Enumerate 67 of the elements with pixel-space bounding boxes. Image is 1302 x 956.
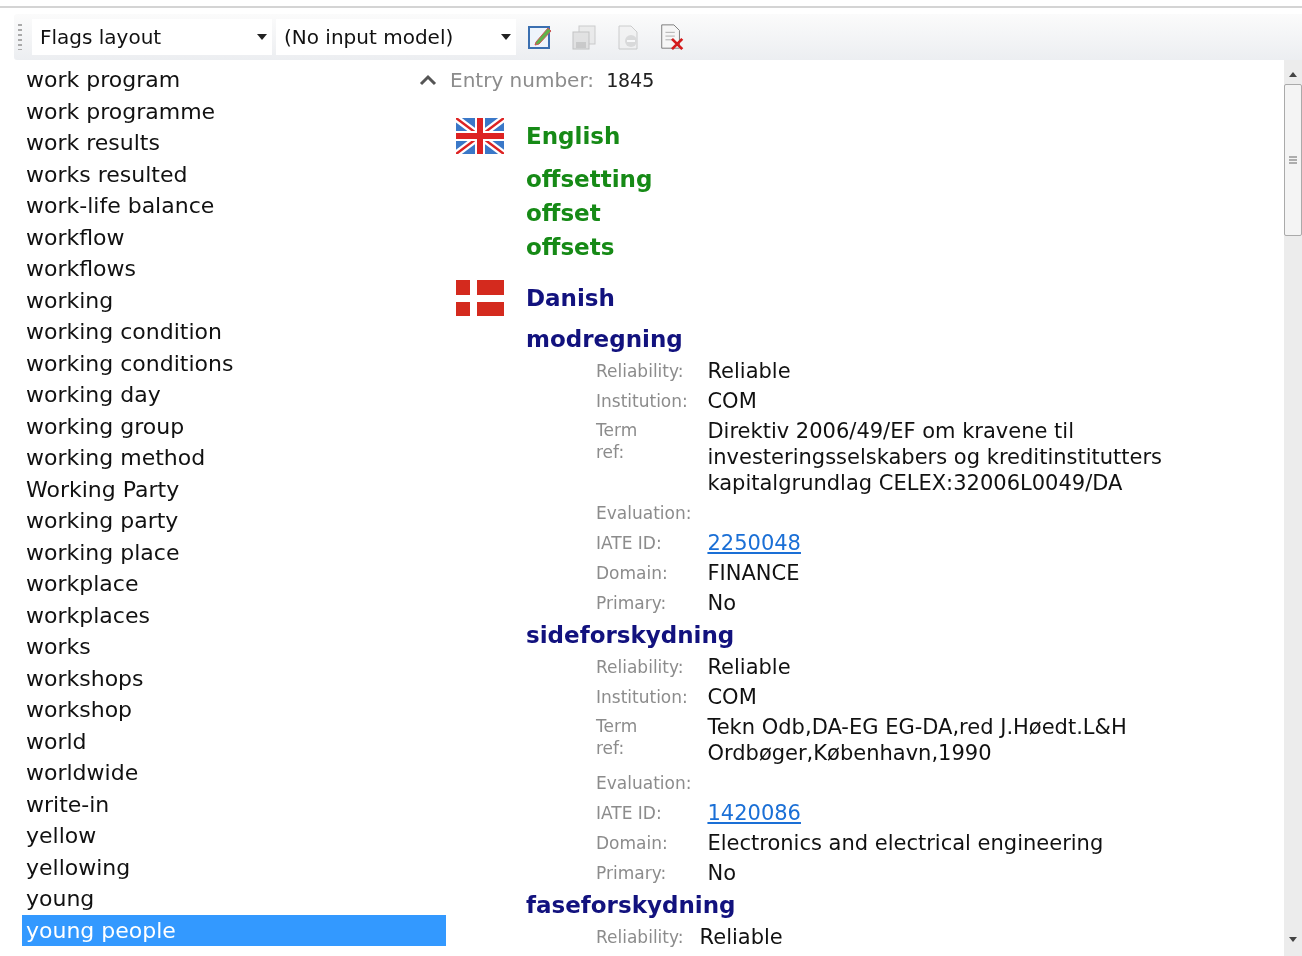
entry-number-label: Entry number:	[450, 68, 594, 92]
entry-number: 1845	[606, 68, 655, 92]
entry-list-item[interactable]: work program	[22, 64, 446, 96]
field-label: Term ref:	[596, 419, 639, 464]
entry-list-item[interactable]: workshop	[22, 694, 446, 726]
field-value: Reliable	[707, 358, 792, 385]
term: offsetting	[526, 165, 654, 194]
layout-dropdown[interactable]: Flags layout	[32, 19, 272, 55]
entry-list-item[interactable]: worldwide	[22, 757, 446, 789]
term: modregning	[526, 325, 684, 354]
field-label: Institution:	[596, 686, 689, 709]
entry-list-item[interactable]: working conditions	[22, 347, 446, 379]
entry-list-item[interactable]: young	[22, 883, 446, 915]
field-label: Term ref:	[596, 715, 639, 760]
field-label: Evaluation:	[596, 772, 692, 795]
field-value: COM	[707, 388, 758, 415]
entry-list-item[interactable]: workplaces	[22, 599, 446, 631]
entry-list-item[interactable]: working method	[22, 442, 446, 474]
field-label: Primary:	[596, 862, 668, 885]
language-name: Danish	[526, 285, 615, 311]
input-model-dropdown[interactable]: (No input model)	[276, 19, 516, 55]
field-label: IATE ID:	[596, 802, 663, 825]
field-label: Evaluation:	[596, 502, 692, 525]
term: offsets	[526, 233, 616, 262]
field-label: Reliability:	[596, 360, 685, 383]
entry-list-item[interactable]: Working Party	[22, 473, 446, 505]
entry-list-item[interactable]: workplace	[22, 568, 446, 600]
entry-list-item[interactable]: works resulted	[22, 158, 446, 190]
entry-list-item[interactable]: working place	[22, 536, 446, 568]
field-value: Reliable	[707, 654, 792, 681]
entry-list-item[interactable]: work programme	[22, 95, 446, 127]
entry-list-item[interactable]: yellow	[22, 820, 446, 852]
entry-list-item[interactable]: working day	[22, 379, 446, 411]
term: faseforskydning	[526, 891, 737, 920]
field-label: Primary:	[596, 592, 668, 615]
term: sideforskydning	[526, 621, 736, 650]
entry-list-item[interactable]: work-life balance	[22, 190, 446, 222]
field-value: Tekn Odb,DA-EG EG-DA,red J.Høedt.L&H Ordbøger,København,1990	[707, 714, 1128, 767]
field-label: IATE ID:	[596, 532, 663, 555]
field-label: Domain:	[596, 832, 669, 855]
entry-list-item[interactable]: working group	[22, 410, 446, 442]
field-value: No	[707, 590, 737, 617]
field-label: Domain:	[596, 562, 669, 585]
entry-list-item[interactable]: workflow	[22, 221, 446, 253]
field-value: Electronics and electrical engineering	[707, 830, 1105, 857]
entry-list-item[interactable]: working	[22, 284, 446, 316]
field-label: Reliability:	[596, 926, 684, 949]
entry-list-item[interactable]: world	[22, 725, 446, 757]
entry-list-item[interactable]: working party	[22, 505, 446, 537]
field-value: Reliable	[699, 924, 784, 951]
field-value: Direktiv 2006/49/EF om kravene til investeringsselskabers og kreditinstitutters kapitalgrundlag CELEX:32006L0049/DA	[707, 418, 1164, 497]
iate-id-link[interactable]: 1420086	[707, 798, 801, 828]
field-label: Reliability:	[596, 656, 685, 679]
entry-list-item[interactable]: write-in	[22, 788, 446, 820]
field-value: COM	[707, 684, 758, 711]
field-label: Institution:	[596, 390, 689, 413]
entry-list-item[interactable]: works	[22, 631, 446, 663]
entry-list-item[interactable]: yellowing	[22, 851, 446, 883]
entry-list-item[interactable]: working condition	[22, 316, 446, 348]
field-value: FINANCE	[707, 560, 801, 587]
language-name: English	[526, 123, 621, 149]
iate-id-link[interactable]: 2250048	[707, 528, 801, 558]
field-value: No	[707, 860, 737, 887]
entry-list-item[interactable]: workflows	[22, 253, 446, 285]
entry-list-item[interactable]: work results	[22, 127, 446, 159]
term: offset	[526, 199, 602, 228]
entry-list-item[interactable]: workshops	[22, 662, 446, 694]
